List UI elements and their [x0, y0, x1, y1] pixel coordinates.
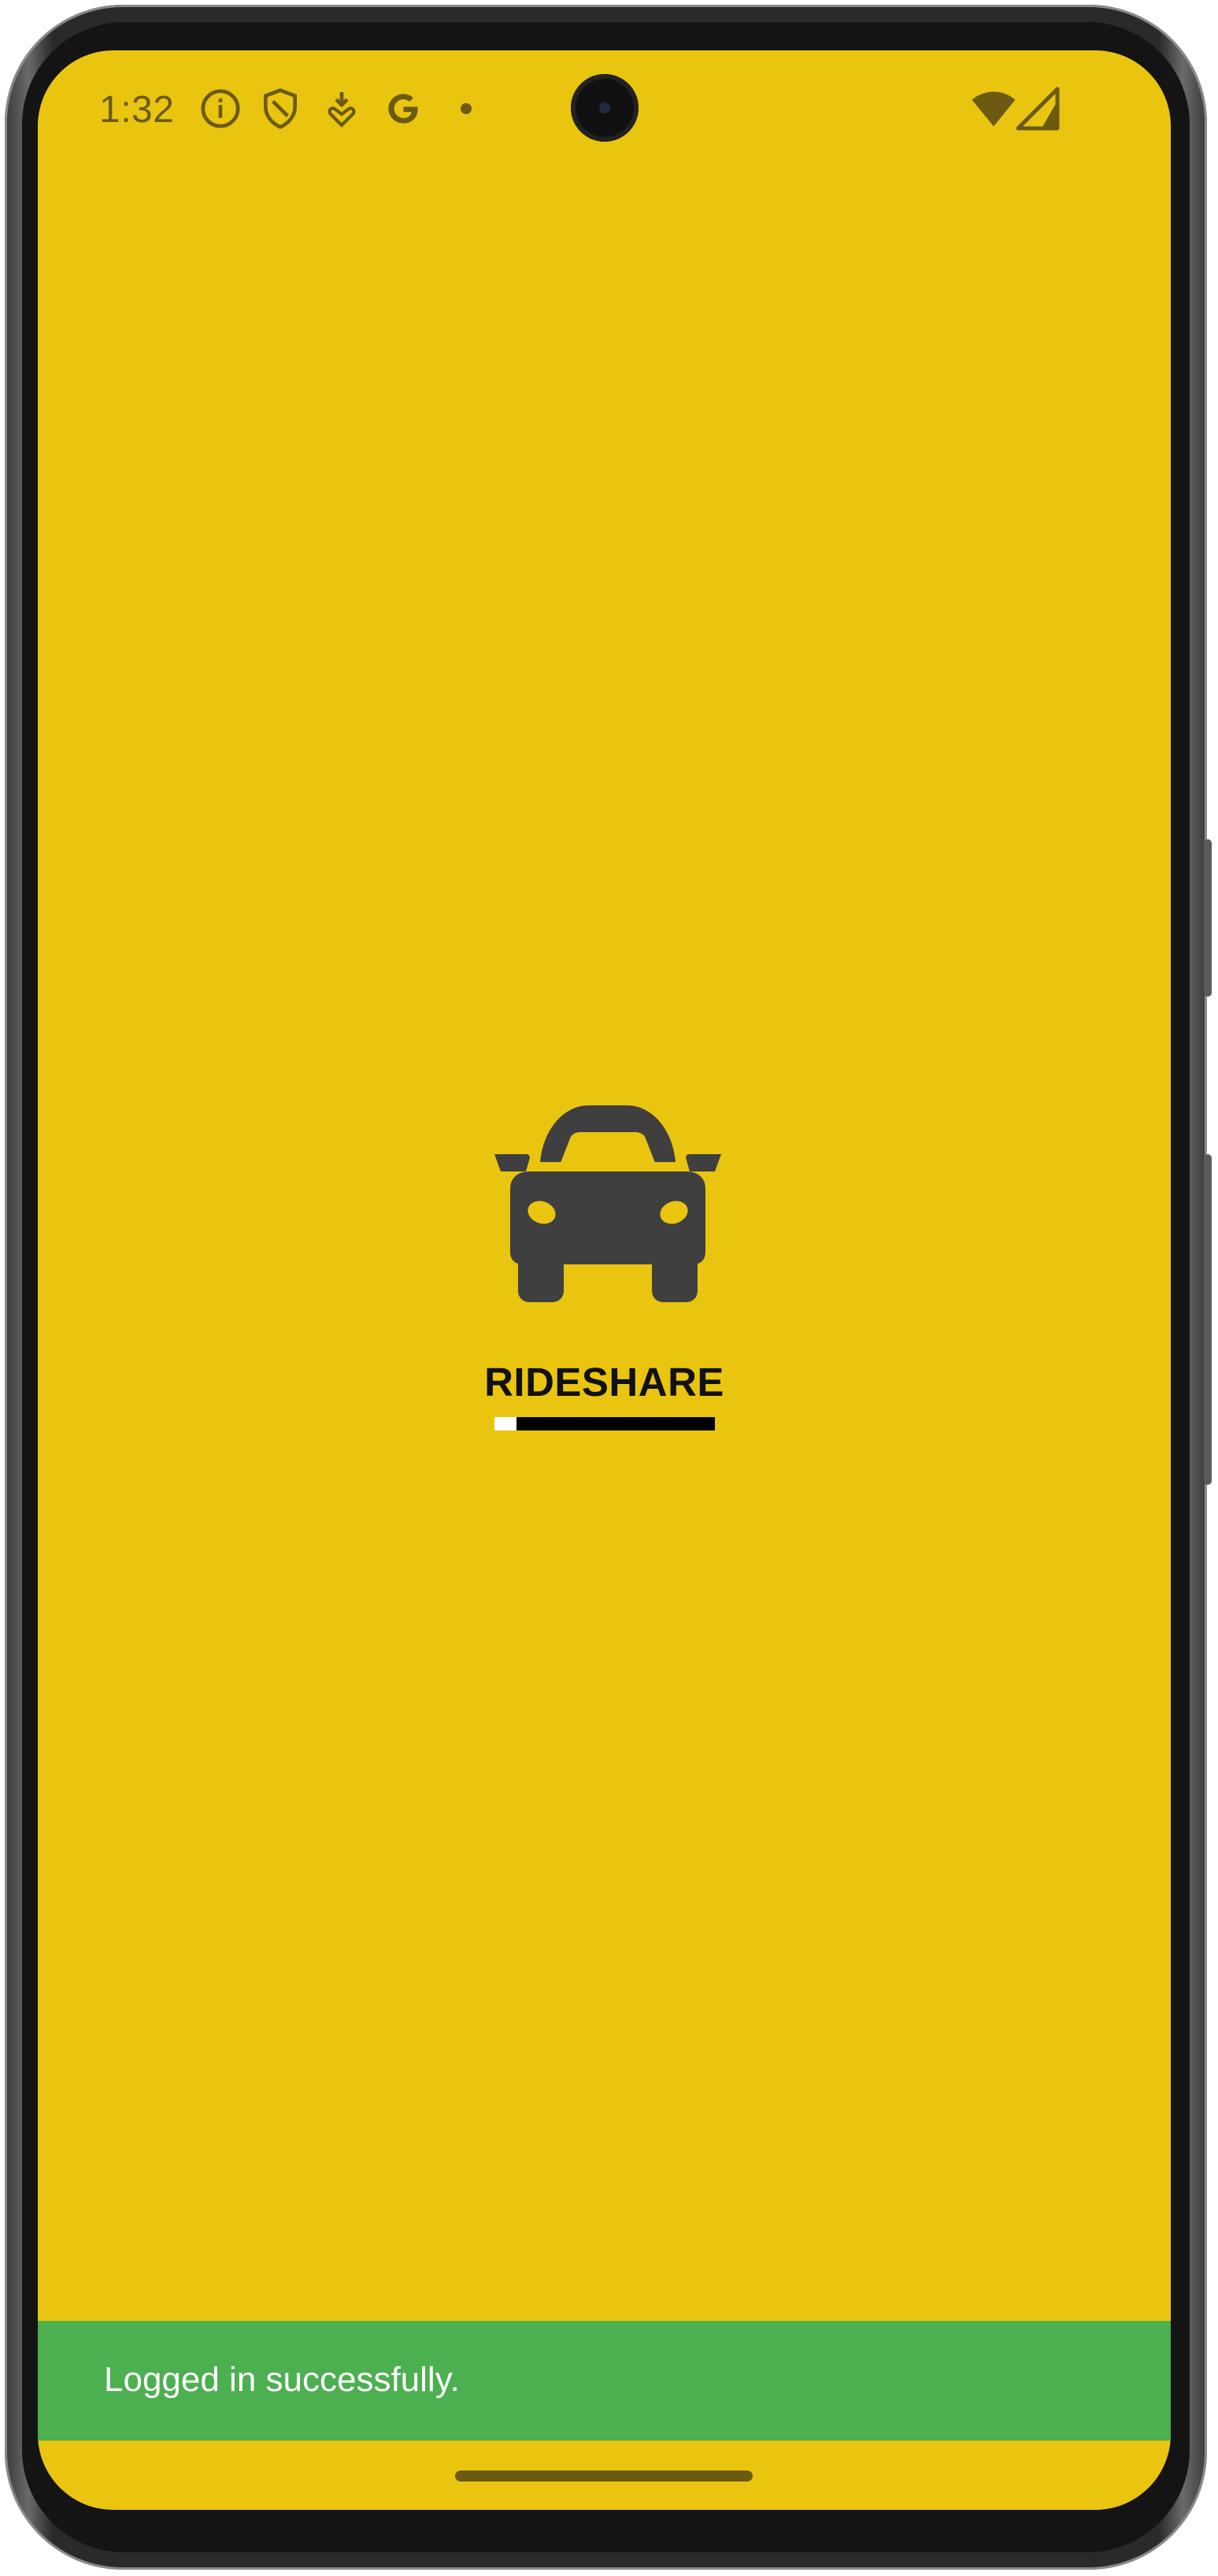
front-camera: [571, 74, 639, 142]
power-button: [1204, 1154, 1212, 1485]
download-heart-icon: [328, 92, 356, 128]
volume-button: [1204, 839, 1212, 997]
snackbar: Logged in successfully.: [38, 2321, 1171, 2441]
shield-icon: [264, 88, 297, 129]
gesture-nav-handle[interactable]: [455, 2471, 753, 2482]
snackbar-message: Logged in successfully.: [104, 2360, 460, 2399]
app-screen: 1:32 RIDESHARE Logged in successfully.: [38, 50, 1171, 2510]
loading-progress-bar: [494, 1417, 715, 1430]
loading-progress-fill: [494, 1417, 516, 1430]
car-icon: [494, 1105, 721, 1302]
status-bar: 1:32: [38, 50, 1171, 168]
wifi-icon: [972, 91, 1016, 127]
signal-icon: [1016, 87, 1060, 131]
dot-icon: [461, 103, 472, 114]
info-icon: [201, 89, 240, 128]
brand-title: RIDESHARE: [484, 1360, 724, 1405]
status-time: 1:32: [99, 89, 175, 131]
google-icon: [388, 94, 418, 124]
